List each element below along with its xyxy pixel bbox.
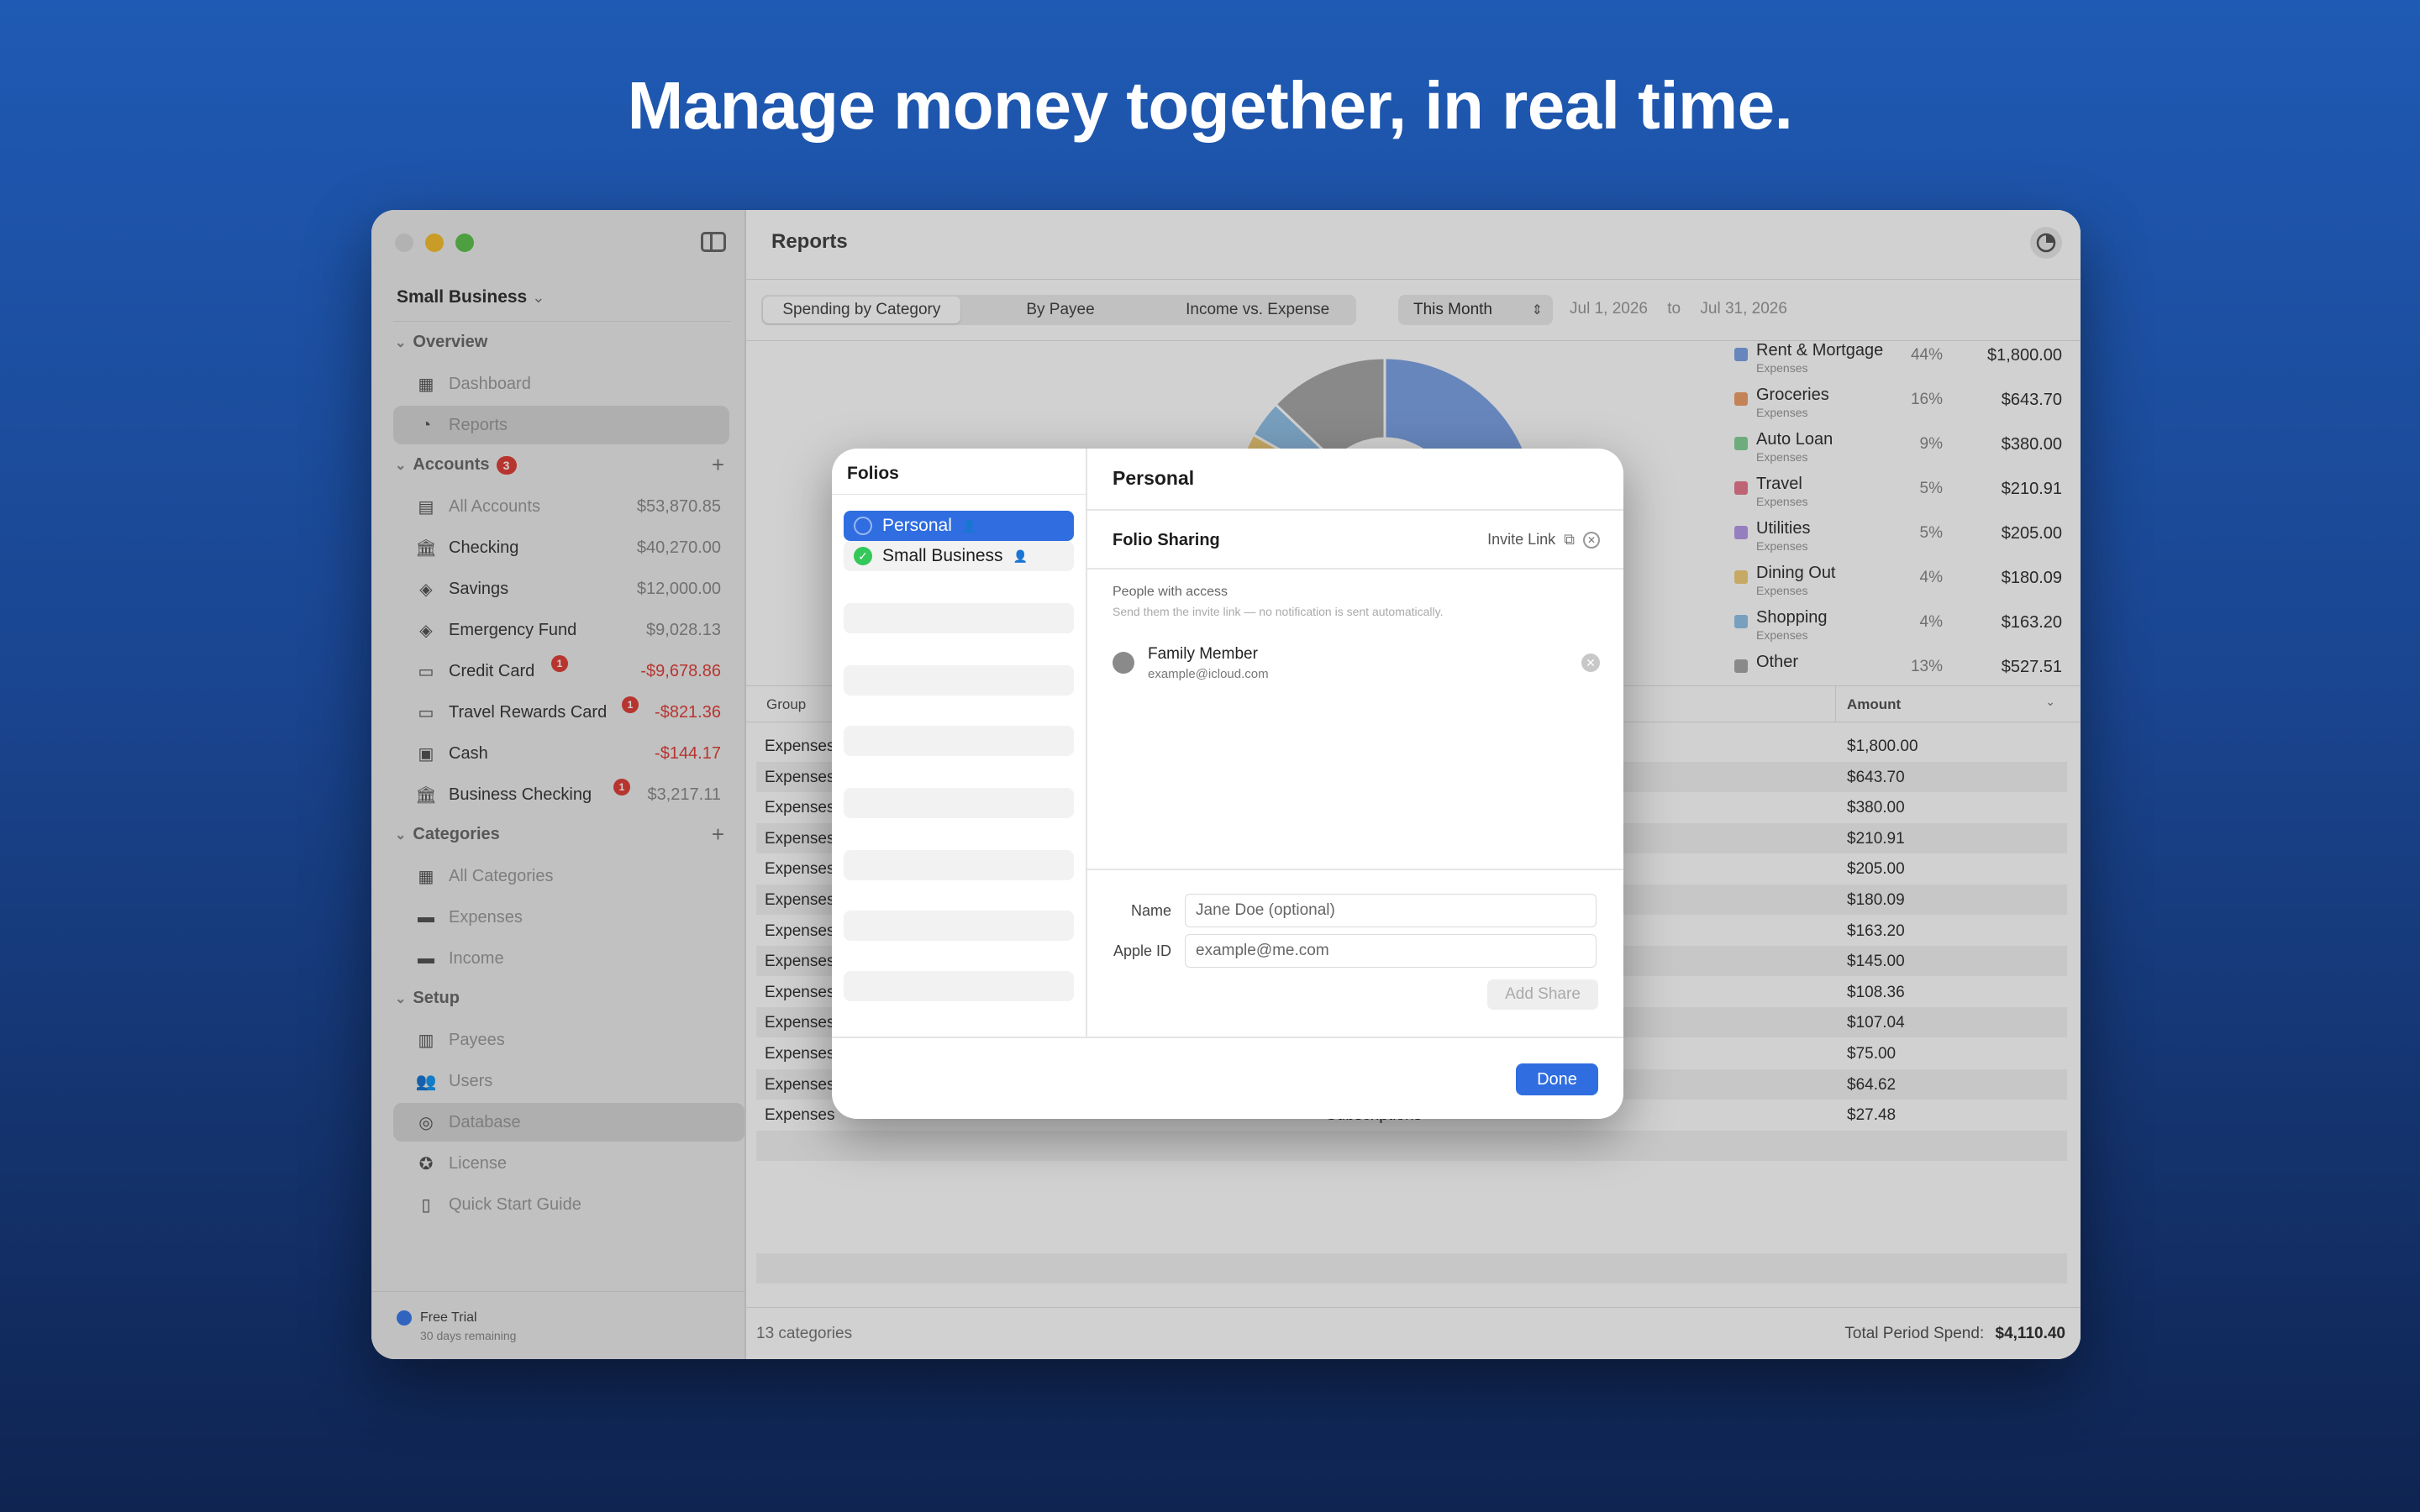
- add-share-button[interactable]: Add Share: [1487, 979, 1598, 1010]
- name-field[interactable]: Jane Doe (optional): [1185, 894, 1597, 927]
- person-icon: 👤: [1013, 549, 1028, 563]
- placeholder-row: [844, 971, 1074, 1001]
- remove-member-icon[interactable]: ✕: [1581, 654, 1600, 672]
- revoke-link-icon[interactable]: ✕: [1583, 531, 1600, 549]
- placeholder-row: [844, 788, 1074, 818]
- folio-item-label: Small Business: [882, 546, 1003, 565]
- folio-detail-title: Personal: [1113, 467, 1195, 489]
- member-email: example@icloud.com: [1148, 667, 1269, 681]
- invite-link-label: Invite Link: [1487, 531, 1556, 548]
- appleid-field[interactable]: example@me.com: [1185, 934, 1597, 968]
- done-button[interactable]: Done: [1516, 1063, 1598, 1095]
- appleid-label: Apple ID: [1113, 942, 1171, 959]
- name-label: Name: [1130, 902, 1171, 919]
- sheet-footer: Done: [832, 1037, 1623, 1119]
- folio-item-small-business[interactable]: ✓ Small Business 👤: [844, 541, 1074, 571]
- folio-item-label: Personal: [882, 516, 952, 535]
- placeholder-row: [844, 726, 1074, 756]
- headline: Manage money together, in real time.: [627, 68, 1793, 143]
- member-name: Family Member: [1148, 645, 1258, 663]
- folio-sharing-title: Folio Sharing: [1113, 531, 1220, 549]
- folio-sharing-sheet: Folios Personal 👤 ✓ Small Business 👤 Per…: [832, 449, 1623, 1119]
- circle-icon: [854, 517, 872, 535]
- invite-link-controls: Invite Link ⧉ ✕: [1487, 531, 1600, 549]
- people-title: People with access: [1113, 585, 1228, 599]
- placeholder-row: [844, 603, 1074, 633]
- member-row: Family Member example@icloud.com ✕: [1113, 640, 1600, 684]
- person-icon: 👤: [961, 518, 977, 533]
- placeholder-row: [844, 850, 1074, 880]
- placeholder-row: [844, 665, 1074, 696]
- folio-list-pane: Folios Personal 👤 ✓ Small Business 👤: [832, 449, 1087, 1037]
- folio-item-personal[interactable]: Personal 👤: [844, 511, 1074, 541]
- placeholder-row: [844, 911, 1074, 941]
- copy-icon[interactable]: ⧉: [1564, 531, 1575, 549]
- checkmark-icon: ✓: [854, 547, 872, 565]
- folios-title: Folios: [847, 464, 899, 483]
- folio-detail-pane: Personal Folio Sharing Invite Link ⧉ ✕ P…: [1087, 449, 1623, 1037]
- person-circle-icon: [1113, 652, 1134, 674]
- people-subtitle: Send them the invite link — no notificat…: [1113, 605, 1444, 618]
